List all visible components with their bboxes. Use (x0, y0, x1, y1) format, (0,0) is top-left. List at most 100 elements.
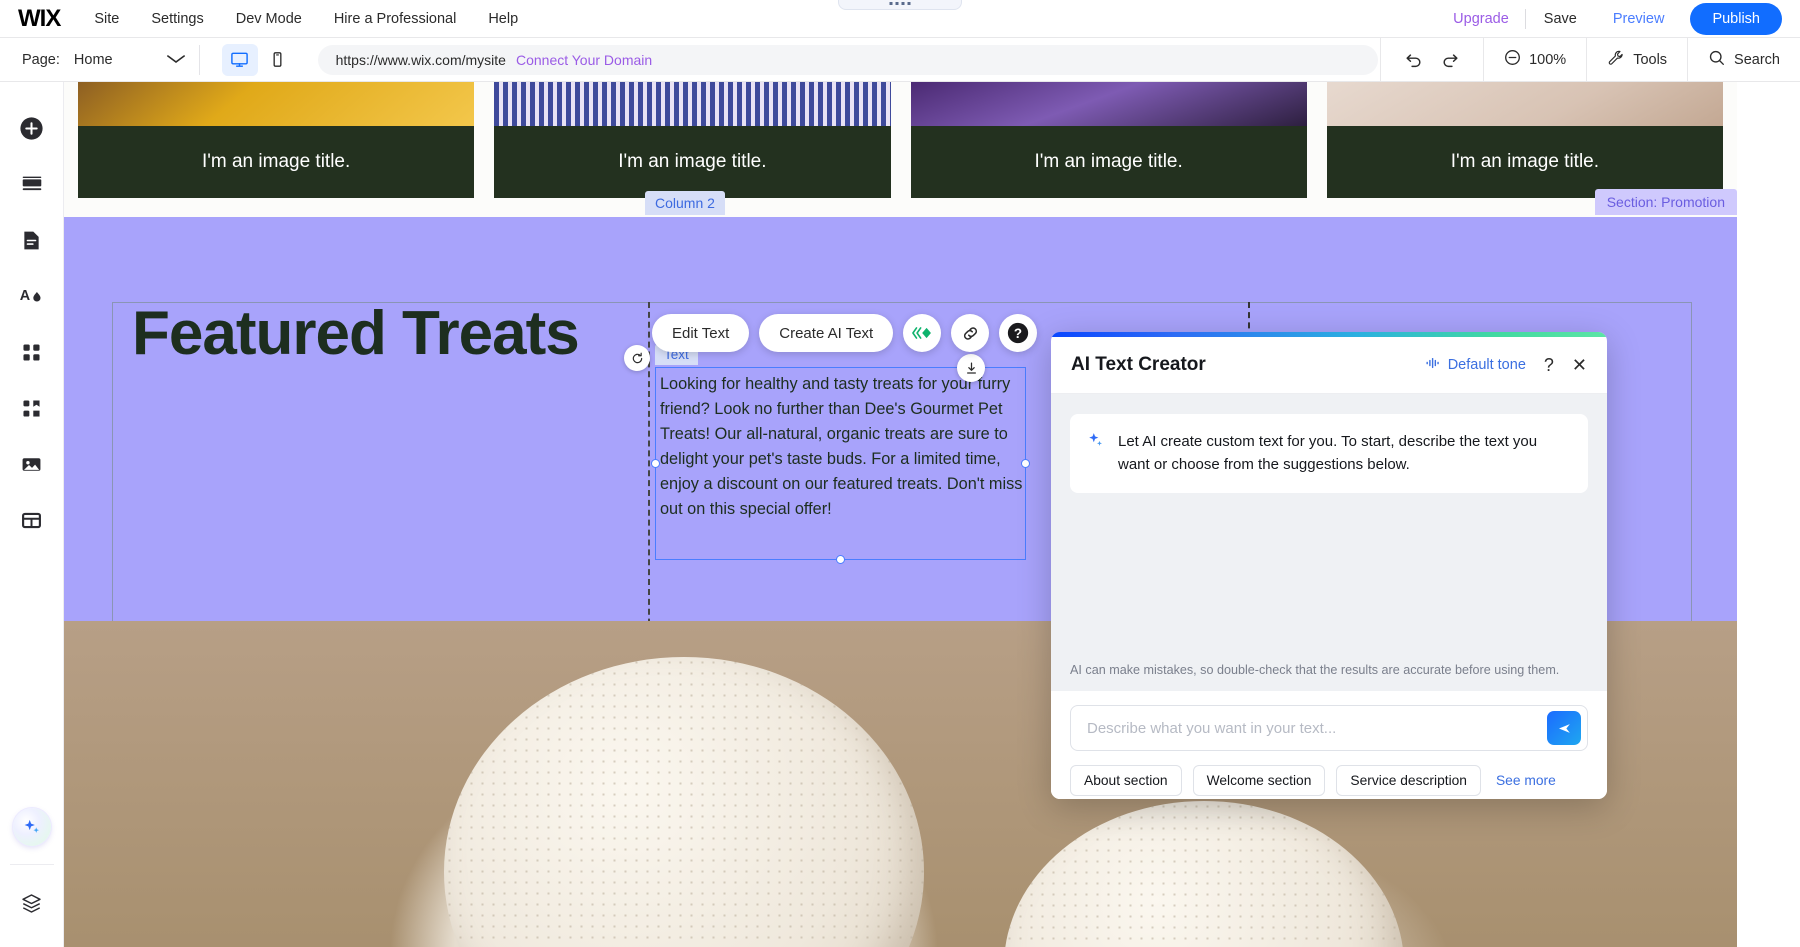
svg-text:A: A (20, 288, 31, 304)
gallery-photo (78, 82, 474, 126)
gallery-caption: I'm an image title. (494, 126, 890, 198)
desktop-view-button[interactable] (222, 44, 258, 76)
heading-featured-treats[interactable]: Featured Treats (132, 301, 602, 368)
sidebar-item-media[interactable] (10, 442, 54, 486)
send-prompt-button[interactable] (1547, 711, 1581, 745)
selected-text-element[interactable]: Text Looking for healthy and tasty treat… (655, 367, 1026, 560)
section-label-badge: Section: Promotion (1595, 189, 1737, 215)
tab-grip-dots (890, 2, 911, 5)
ai-intro-card: Let AI create custom text for you. To st… (1070, 414, 1588, 493)
knot-texture (1004, 801, 1404, 947)
preview-button[interactable]: Preview (1595, 11, 1683, 27)
menu-item-help[interactable]: Help (488, 11, 518, 27)
browser-tab-handle[interactable] (838, 0, 962, 10)
tools-label: Tools (1633, 52, 1667, 68)
gallery-card[interactable]: I'm an image title. (1327, 82, 1723, 198)
fit-text-icon[interactable] (957, 354, 985, 382)
layers-button[interactable] (10, 881, 54, 925)
ai-panel-header-actions: Default tone ? ✕ (1426, 355, 1587, 376)
svg-text:?: ? (1014, 326, 1022, 341)
decorative-knot-shape (1004, 801, 1404, 947)
menu-item-site[interactable]: Site (94, 11, 119, 27)
zoom-control[interactable]: 100% (1483, 38, 1586, 82)
stage-right-margin (1737, 82, 1800, 947)
menu-item-settings[interactable]: Settings (151, 11, 203, 27)
image-gallery-strip[interactable]: I'm an image title. I'm an image title. … (64, 82, 1737, 198)
sidebar-item-apps[interactable] (10, 330, 54, 374)
resize-handle-bottom[interactable] (836, 555, 845, 564)
ai-panel-footer: About section Welcome section Service de… (1051, 691, 1607, 799)
knot-texture (444, 657, 924, 947)
close-icon[interactable]: ✕ (1572, 356, 1587, 374)
see-more-link[interactable]: See more (1496, 773, 1556, 788)
gallery-card[interactable]: I'm an image title. (78, 82, 474, 198)
sidebar-item-add-section[interactable] (10, 162, 54, 206)
resize-handle-right[interactable] (1021, 459, 1030, 468)
zoom-level-value: 100% (1529, 52, 1566, 68)
gallery-caption: I'm an image title. (78, 126, 474, 198)
element-floating-toolbar: Edit Text Create AI Text (652, 314, 1037, 352)
site-url-bar[interactable]: https://www.wix.com/mysite Connect Your … (318, 45, 1378, 75)
sidebar-item-site-design[interactable]: A (10, 274, 54, 318)
chevron-down-icon[interactable] (166, 52, 185, 67)
device-switcher (222, 44, 296, 76)
upgrade-link[interactable]: Upgrade (1437, 11, 1525, 27)
action-bar-divider (199, 45, 200, 75)
publish-button[interactable]: Publish (1690, 3, 1782, 35)
wrench-icon (1607, 49, 1625, 71)
tone-selector-value: Default tone (1448, 357, 1526, 373)
create-ai-text-button[interactable]: Create AI Text (759, 314, 893, 352)
page-selector-value[interactable]: Home (74, 52, 113, 68)
tools-button[interactable]: Tools (1586, 38, 1687, 82)
tone-selector[interactable]: Default tone (1426, 357, 1526, 373)
gallery-photo (911, 82, 1307, 126)
sidebar-item-pages-menu[interactable] (10, 218, 54, 262)
zoom-out-icon[interactable] (1504, 49, 1521, 70)
page-selector-label: Page: (22, 52, 60, 68)
link-icon[interactable] (951, 314, 989, 352)
ai-prompt-input[interactable] (1087, 720, 1547, 737)
ai-suggestion-chips: About section Welcome section Service de… (1070, 765, 1588, 796)
edit-text-button[interactable]: Edit Text (652, 314, 749, 352)
text-element-content[interactable]: Looking for healthy and tasty treats for… (656, 368, 1025, 523)
search-button[interactable]: Search (1687, 38, 1800, 82)
gallery-caption: I'm an image title. (1327, 126, 1723, 198)
gallery-card[interactable]: I'm an image title. (494, 82, 890, 198)
animation-icon[interactable] (903, 314, 941, 352)
site-url-text: https://www.wix.com/mysite (336, 52, 506, 68)
ai-disclaimer-text: AI can make mistakes, so double-check th… (1070, 663, 1588, 677)
redo-icon[interactable] (1441, 50, 1461, 70)
column-label-badge: Column 2 (645, 191, 725, 215)
undo-redo-group (1380, 38, 1483, 82)
chip-service-description[interactable]: Service description (1336, 765, 1481, 796)
ai-text-creator-panel[interactable]: AI Text Creator Default tone ? (1051, 332, 1607, 799)
sidebar-item-cms[interactable] (10, 498, 54, 542)
chip-welcome-section[interactable]: Welcome section (1193, 765, 1326, 796)
gallery-photo (494, 82, 890, 126)
sidebar-item-add-apps[interactable] (10, 386, 54, 430)
wix-editor-window: WIX Site Settings Dev Mode Hire a Profes… (0, 0, 1800, 947)
search-label: Search (1734, 52, 1780, 68)
sidebar-item-add-elements[interactable] (10, 106, 54, 150)
help-icon[interactable]: ? (1544, 355, 1554, 376)
resize-handle-left[interactable] (651, 459, 660, 468)
ai-assistant-button[interactable] (13, 808, 51, 846)
help-icon[interactable]: ? (999, 314, 1037, 352)
gallery-card[interactable]: I'm an image title. (911, 82, 1307, 198)
mobile-view-button[interactable] (260, 44, 296, 76)
undo-icon[interactable] (1403, 50, 1423, 70)
left-sidebar: A (0, 82, 64, 947)
save-button[interactable]: Save (1526, 11, 1595, 27)
menu-item-hire-a-professional[interactable]: Hire a Professional (334, 11, 457, 27)
connect-domain-link[interactable]: Connect Your Domain (516, 52, 652, 68)
ai-prompt-input-wrapper[interactable] (1070, 705, 1588, 751)
wix-logo[interactable]: WIX (18, 5, 60, 33)
gallery-caption: I'm an image title. (911, 126, 1307, 198)
gallery-photo (1327, 82, 1723, 126)
chip-about-section[interactable]: About section (1070, 765, 1182, 796)
menu-item-dev-mode[interactable]: Dev Mode (236, 11, 302, 27)
rotate-handle-icon[interactable] (624, 345, 650, 371)
top-bar-actions: Upgrade Save Preview Publish (1437, 0, 1800, 37)
tone-waveform-icon (1426, 357, 1441, 373)
sparkle-icon (1086, 431, 1105, 455)
